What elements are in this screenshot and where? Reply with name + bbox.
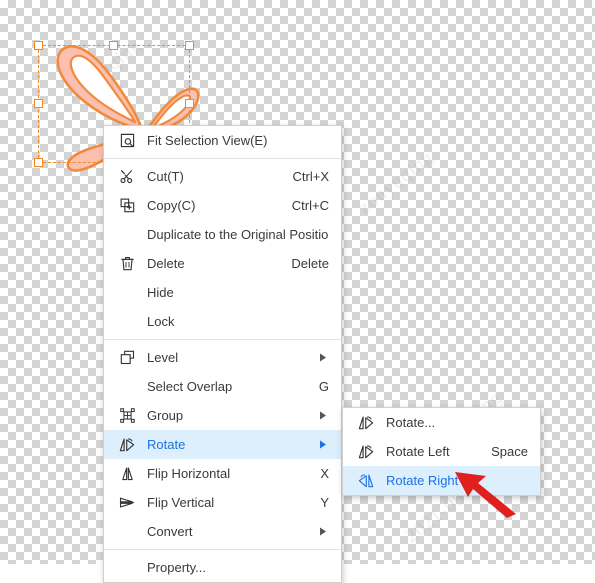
menu-item-shortcut: Y bbox=[320, 495, 329, 510]
menu-item-convert[interactable]: Convert bbox=[104, 517, 341, 546]
menu-item-label: Group bbox=[147, 408, 184, 423]
object-context-menu[interactable]: Fit Selection View(E) Cut(T) Ctrl+X Copy(C)… bbox=[103, 125, 342, 583]
menu-item-label: Rotate Left bbox=[386, 444, 450, 459]
layers-icon bbox=[112, 350, 142, 365]
menu-item-rotate[interactable]: Rotate bbox=[104, 430, 341, 459]
menu-item-level[interactable]: Level bbox=[104, 343, 341, 372]
menu-item-label: Cut(T) bbox=[147, 169, 184, 184]
menu-item-shortcut: Ctrl+C bbox=[291, 198, 329, 213]
menu-item-select-overlap[interactable]: Select Overlap G bbox=[104, 372, 341, 401]
chevron-right-icon bbox=[311, 440, 329, 449]
trash-icon bbox=[112, 256, 142, 271]
menu-item-label: Fit Selection View(E) bbox=[147, 133, 268, 148]
menu-item-label: Select Overlap bbox=[147, 379, 233, 394]
menu-separator bbox=[104, 158, 341, 159]
menu-item-shortcut: Ctrl+X bbox=[292, 169, 329, 184]
rotate-icon bbox=[351, 415, 381, 430]
flip-horizontal-icon bbox=[112, 466, 142, 481]
menu-item-label: Copy(C) bbox=[147, 198, 196, 213]
menu-item-shortcut: X bbox=[320, 466, 329, 481]
menu-item-label: Rotate... bbox=[386, 415, 436, 430]
menu-item-label: Rotate bbox=[147, 437, 186, 452]
chevron-right-icon bbox=[311, 411, 329, 420]
menu-item-copy[interactable]: Copy(C) Ctrl+C bbox=[104, 191, 341, 220]
menu-item-shortcut: Space bbox=[491, 444, 528, 459]
menu-item-label: Property... bbox=[147, 560, 207, 575]
menu-item-label: Flip Horizontal bbox=[147, 466, 231, 481]
menu-item-rotate-left[interactable]: Rotate Left Space bbox=[343, 437, 540, 466]
menu-item-label: Convert bbox=[147, 524, 193, 539]
menu-item-rotate-dialog[interactable]: Rotate... bbox=[343, 408, 540, 437]
flip-vertical-icon bbox=[112, 495, 142, 510]
menu-item-flip-vertical[interactable]: Flip Vertical Y bbox=[104, 488, 341, 517]
menu-item-cut[interactable]: Cut(T) Ctrl+X bbox=[104, 162, 341, 191]
menu-item-hide[interactable]: Hide bbox=[104, 278, 341, 307]
menu-item-label: Flip Vertical bbox=[147, 495, 215, 510]
menu-item-property[interactable]: Property... bbox=[104, 553, 341, 582]
menu-item-delete[interactable]: Delete Delete bbox=[104, 249, 341, 278]
rotate-right-icon bbox=[351, 473, 381, 488]
menu-item-label: Delete bbox=[147, 256, 185, 271]
menu-item-shortcut: Delete bbox=[291, 256, 329, 271]
menu-separator bbox=[104, 549, 341, 550]
menu-item-duplicate-original-position[interactable]: Duplicate to the Original Position bbox=[104, 220, 341, 249]
copy-icon bbox=[112, 198, 142, 213]
rotate-submenu[interactable]: Rotate... Rotate Left Space Rotate Right bbox=[342, 407, 541, 496]
menu-separator bbox=[104, 339, 341, 340]
menu-item-label: Duplicate to the Original Position bbox=[147, 227, 329, 242]
menu-item-fit-selection-view[interactable]: Fit Selection View(E) bbox=[104, 126, 341, 155]
fit-selection-icon bbox=[112, 133, 142, 148]
rotate-left-icon bbox=[351, 444, 381, 459]
menu-item-flip-horizontal[interactable]: Flip Horizontal X bbox=[104, 459, 341, 488]
menu-item-group[interactable]: Group bbox=[104, 401, 341, 430]
menu-item-label: Level bbox=[147, 350, 179, 365]
rotate-icon bbox=[112, 437, 142, 452]
chevron-right-icon bbox=[311, 527, 329, 536]
menu-item-shortcut: G bbox=[318, 379, 329, 394]
menu-item-rotate-right[interactable]: Rotate Right bbox=[343, 466, 540, 495]
menu-item-label: Rotate Right bbox=[386, 473, 459, 488]
scissors-icon bbox=[112, 169, 142, 184]
menu-item-label: Lock bbox=[147, 314, 175, 329]
menu-item-lock[interactable]: Lock bbox=[104, 307, 341, 336]
menu-item-label: Hide bbox=[147, 285, 174, 300]
chevron-right-icon bbox=[311, 353, 329, 362]
group-icon bbox=[112, 408, 142, 423]
